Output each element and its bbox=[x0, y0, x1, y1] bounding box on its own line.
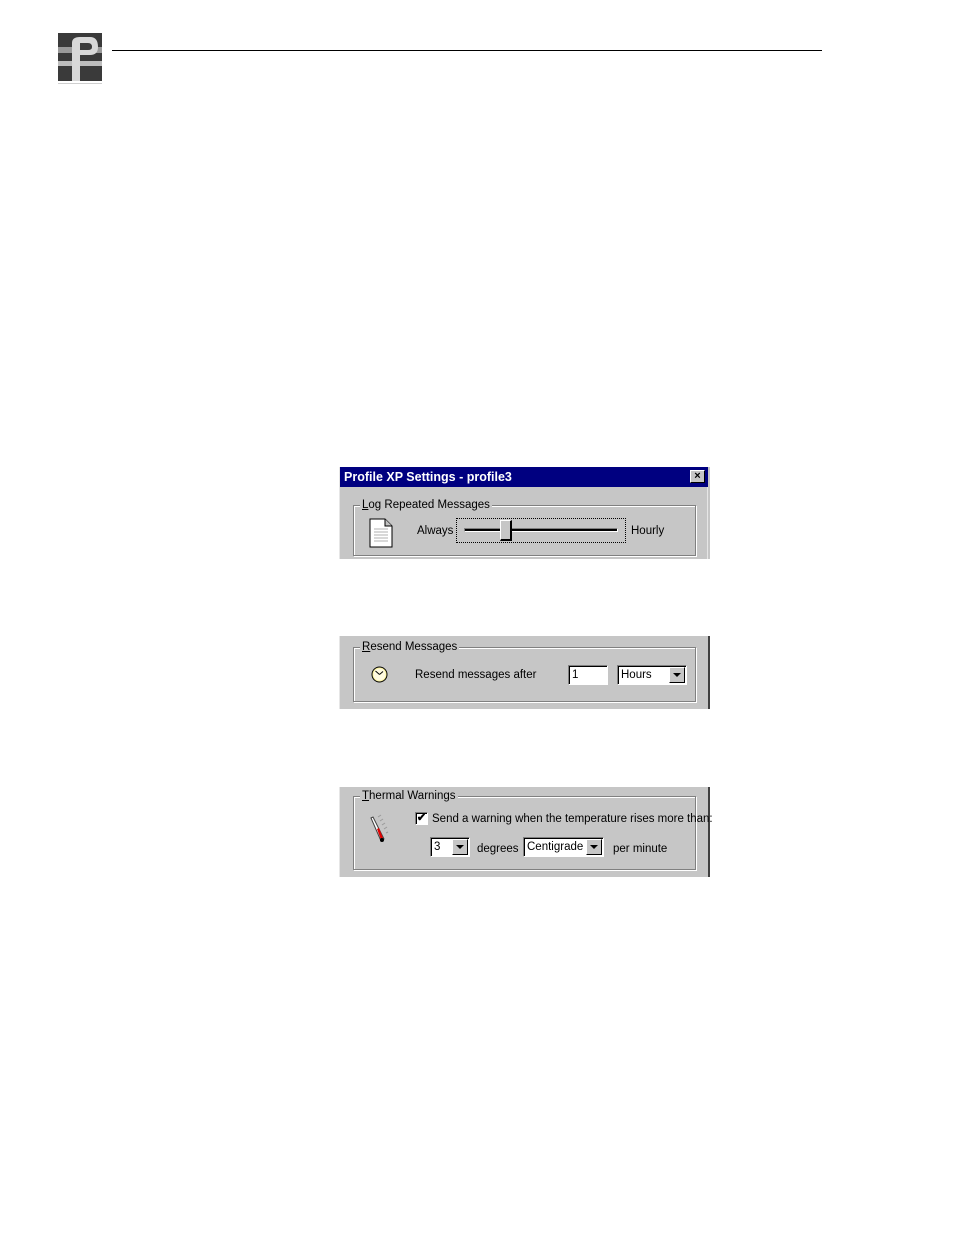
resend-value-input[interactable]: 1 bbox=[568, 665, 608, 685]
dialog-titlebar: Profile XP Settings - profile3 × bbox=[340, 467, 708, 487]
close-icon[interactable]: × bbox=[690, 470, 705, 483]
thermal-warning-checkbox[interactable]: ✔ bbox=[415, 812, 428, 825]
frequency-slider-thumb[interactable] bbox=[499, 520, 512, 541]
group-label: Thermal Warnings bbox=[360, 789, 458, 803]
per-minute-label: per minute bbox=[613, 843, 668, 855]
settings-dialog: Profile XP Settings - profile3 × Log Rep… bbox=[339, 467, 710, 559]
thermal-warnings-panel: Thermal Warnings ✔ Send a warning when t… bbox=[339, 787, 713, 877]
chevron-down-icon[interactable] bbox=[669, 667, 685, 683]
group-label: Resend Messages bbox=[360, 640, 460, 654]
chevron-down-icon[interactable] bbox=[452, 839, 468, 855]
dialog-title: Profile XP Settings - profile3 bbox=[344, 470, 512, 484]
resend-unit-select[interactable]: Hours bbox=[617, 665, 687, 685]
thermal-warnings-group: Thermal Warnings bbox=[353, 789, 696, 870]
group-label: Log Repeated Messages bbox=[360, 498, 492, 512]
resend-label: Resend messages after bbox=[415, 669, 537, 681]
chevron-down-icon[interactable] bbox=[586, 839, 602, 855]
company-logo-icon bbox=[58, 33, 102, 85]
degrees-label: degrees bbox=[477, 843, 519, 855]
thermal-checkbox-label: Send a warning when the temperature rise… bbox=[432, 813, 713, 825]
temperature-scale-select[interactable]: Centigrade bbox=[523, 837, 604, 857]
slider-max-label: Hourly bbox=[631, 525, 665, 537]
slider-min-label: Always bbox=[417, 525, 454, 537]
header-rule bbox=[112, 50, 822, 51]
clock-icon bbox=[371, 666, 388, 683]
degrees-select[interactable]: 3 bbox=[430, 837, 470, 857]
thermometer-icon bbox=[370, 814, 389, 842]
resend-messages-panel: Resend Messages Resend messages after 1 … bbox=[339, 636, 710, 709]
document-icon bbox=[369, 518, 393, 548]
slider-track[interactable] bbox=[464, 528, 618, 532]
